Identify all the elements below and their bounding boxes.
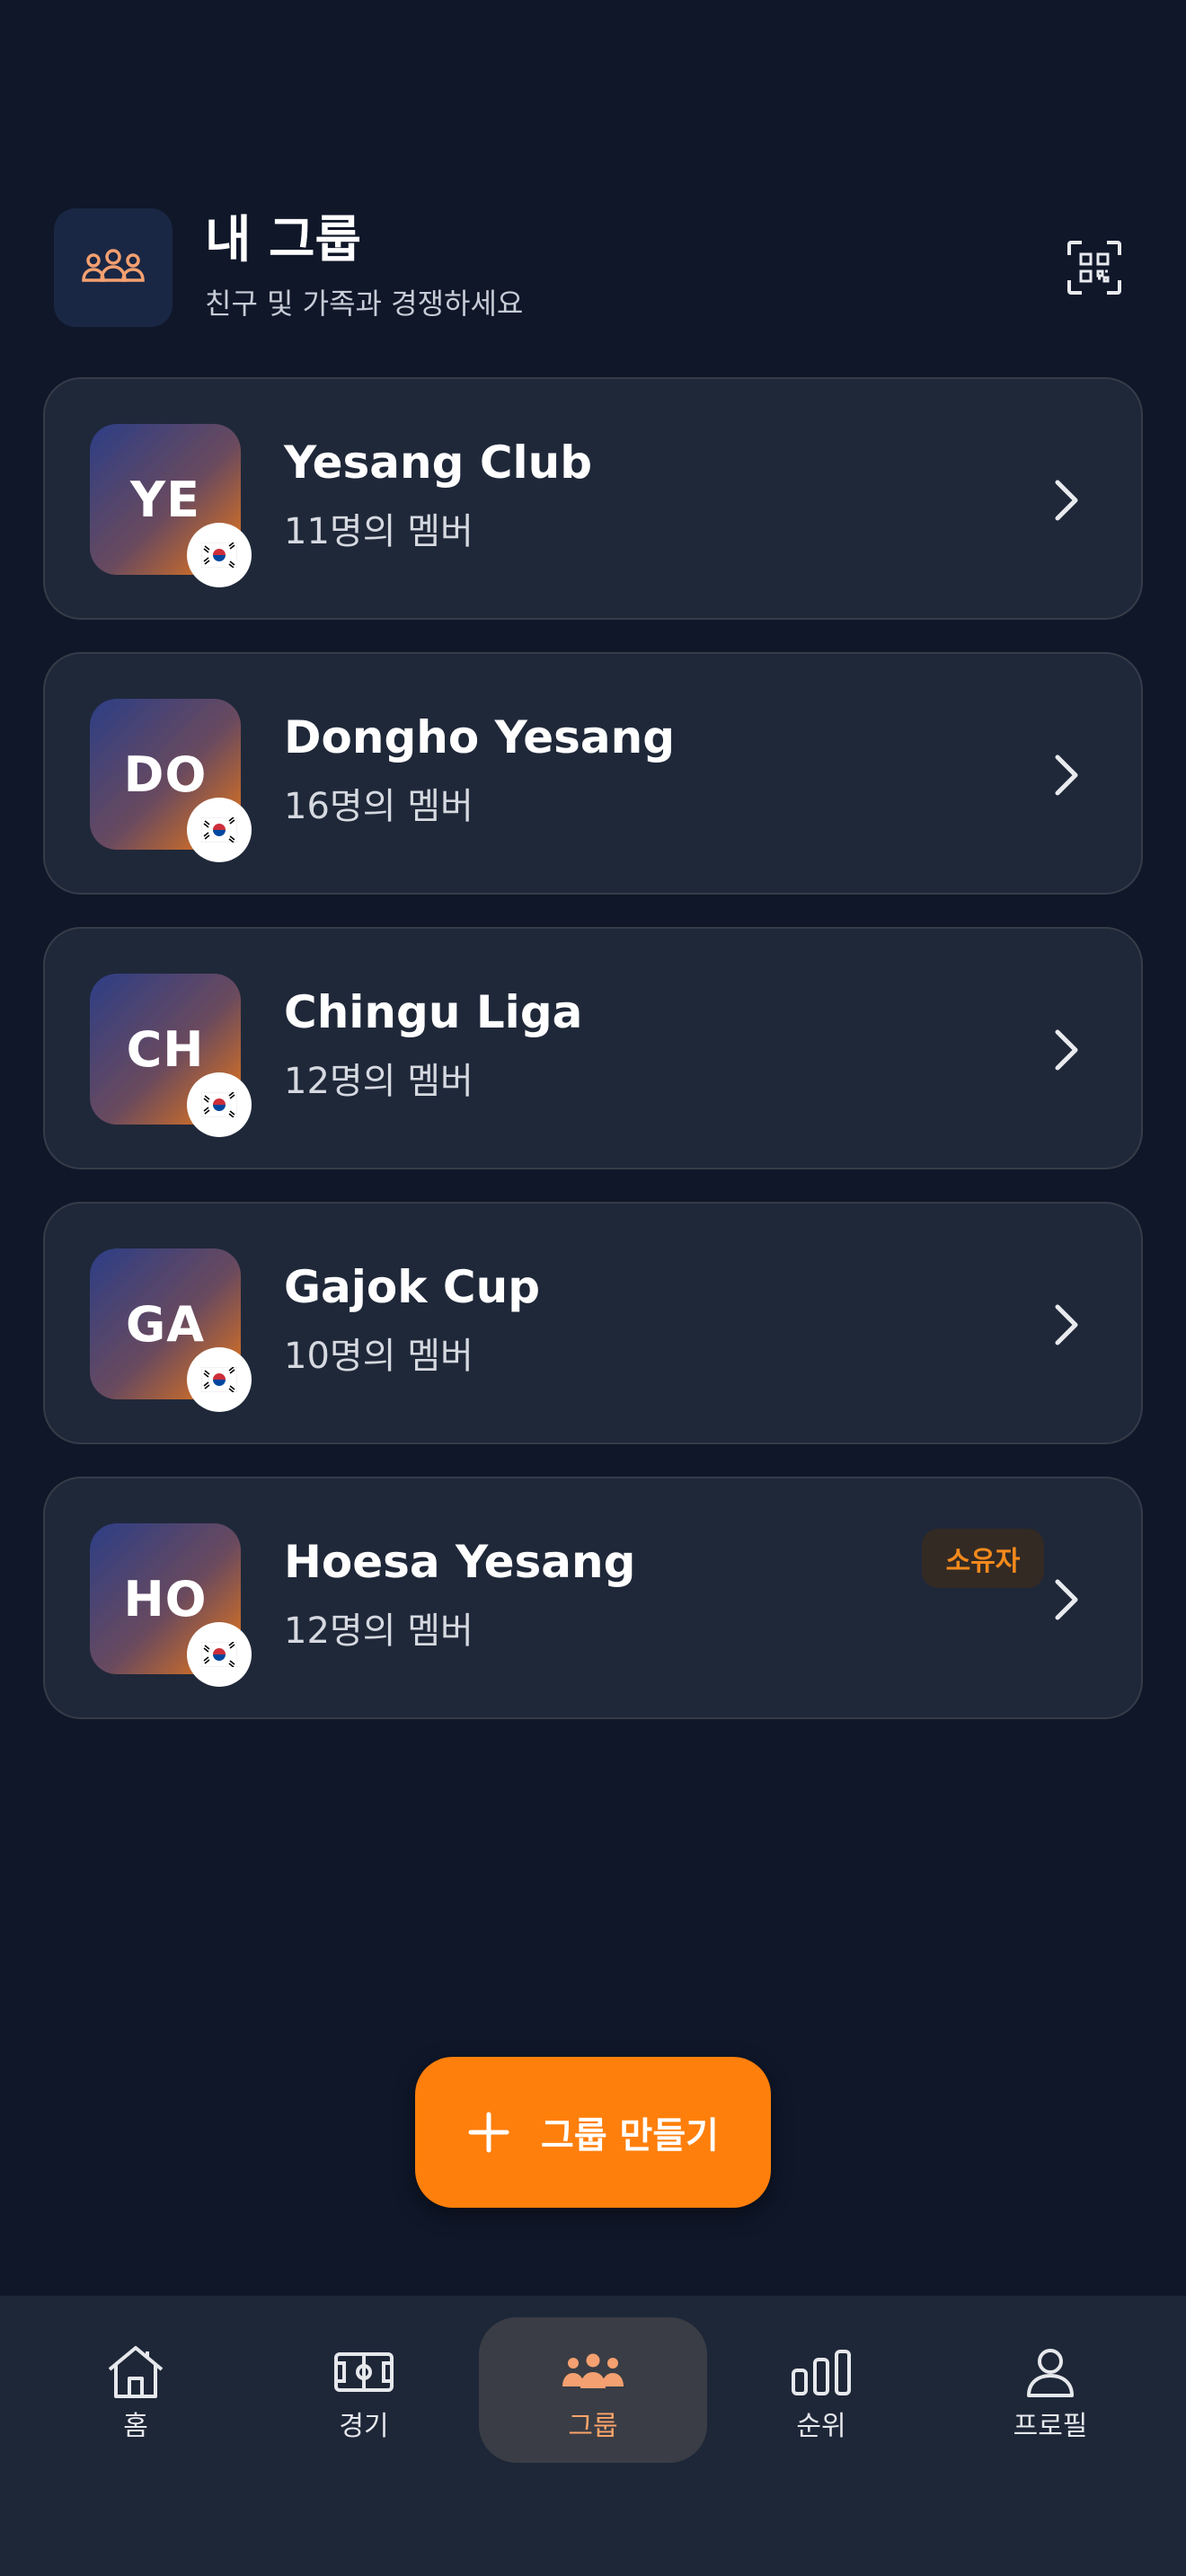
chevron-right-icon <box>1044 1023 1087 1077</box>
group-card[interactable]: HO Hoesa Yesang 12명의 멤버 소유자 <box>43 1477 1143 1719</box>
group-initials: HO <box>123 1570 208 1628</box>
page-title: 내 그룹 <box>205 211 362 269</box>
group-name: Dongho Yesang <box>284 711 676 763</box>
bar-chart-icon <box>789 2342 854 2402</box>
page-subtitle: 친구 및 가족과 경쟁하세요 <box>205 287 524 321</box>
create-group-button[interactable]: 그룹 만들기 <box>415 2057 771 2208</box>
group-member-count: 10명의 멤버 <box>284 1336 474 1377</box>
nav-item-rankings[interactable]: 순위 <box>707 2317 935 2463</box>
home-icon <box>103 2342 168 2402</box>
group-initials: YE <box>130 471 200 528</box>
qr-scan-icon[interactable] <box>1057 230 1132 305</box>
nav-label: 순위 <box>796 2411 846 2442</box>
group-name: Yesang Club <box>284 437 593 489</box>
groups-screen: 내 그룹 친구 및 가족과 경쟁하세요 YE Yesang Club 11명의 … <box>0 0 1186 2576</box>
create-group-label: 그룹 만들기 <box>541 2115 719 2157</box>
group-name: Gajok Cup <box>284 1261 541 1313</box>
group-member-count: 11명의 멤버 <box>284 511 474 552</box>
group-initials: GA <box>125 1295 206 1353</box>
chevron-right-icon <box>1044 1298 1087 1352</box>
group-member-count: 16명의 멤버 <box>284 786 474 827</box>
nav-label: 프로필 <box>1013 2411 1088 2442</box>
chevron-right-icon <box>1044 1573 1087 1627</box>
group-card[interactable]: DO Dongho Yesang 16명의 멤버 <box>43 652 1143 895</box>
flag-icon <box>187 798 252 862</box>
page-header: 내 그룹 친구 및 가족과 경쟁하세요 <box>54 208 1132 327</box>
group-card[interactable]: CH Chingu Liga 12명의 멤버 <box>43 927 1143 1169</box>
users-icon <box>561 2342 625 2402</box>
group-member-count: 12명의 멤버 <box>284 1610 474 1652</box>
group-name: Hoesa Yesang <box>284 1536 636 1588</box>
nav-item-profile[interactable]: 프로필 <box>936 2317 1164 2463</box>
chevron-right-icon <box>1044 748 1087 802</box>
users-icon <box>54 208 173 327</box>
flag-icon <box>187 1072 252 1137</box>
nav-label: 홈 <box>123 2411 148 2442</box>
bottom-nav: 홈 경기 그룹 순위 프로필 <box>0 2296 1186 2576</box>
flag-icon <box>187 1347 252 1412</box>
pitch-icon <box>332 2342 396 2402</box>
nav-item-matches[interactable]: 경기 <box>250 2317 478 2463</box>
nav-item-home[interactable]: 홈 <box>22 2317 250 2463</box>
flag-icon <box>187 523 252 587</box>
group-card[interactable]: GA Gajok Cup 10명의 멤버 <box>43 1202 1143 1444</box>
nav-item-groups[interactable]: 그룹 <box>479 2317 707 2463</box>
group-card[interactable]: YE Yesang Club 11명의 멤버 <box>43 377 1143 620</box>
group-list: YE Yesang Club 11명의 멤버 DO Dongho Yesang … <box>43 377 1143 1751</box>
group-name: Chingu Liga <box>284 986 583 1038</box>
group-member-count: 12명의 멤버 <box>284 1061 474 1102</box>
group-initials: CH <box>126 1020 205 1078</box>
nav-label: 경기 <box>339 2411 389 2442</box>
flag-icon <box>187 1622 252 1687</box>
group-initials: DO <box>123 745 208 803</box>
user-icon <box>1018 2342 1083 2402</box>
chevron-right-icon <box>1044 473 1087 527</box>
plus-icon <box>468 2112 509 2153</box>
nav-label: 그룹 <box>568 2411 618 2442</box>
owner-badge: 소유자 <box>922 1529 1044 1588</box>
